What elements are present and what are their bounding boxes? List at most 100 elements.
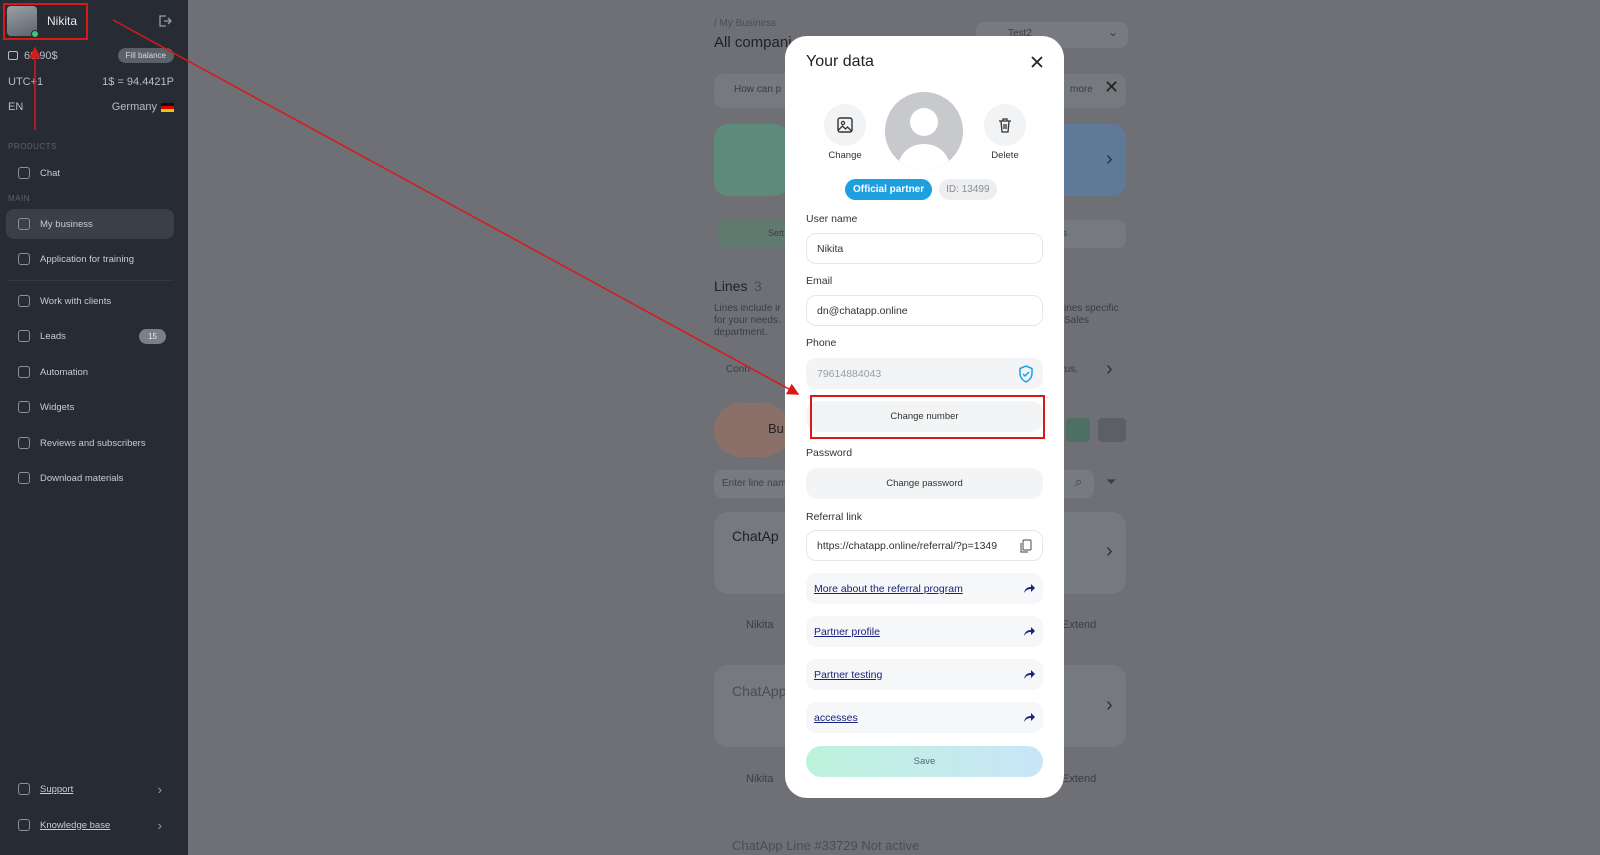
- line-search-placeholder: Enter line nam: [722, 478, 787, 489]
- email-input[interactable]: dn@chatapp.online: [806, 295, 1043, 326]
- grid-view-icon[interactable]: [1066, 418, 1090, 442]
- lines-title: Lines: [714, 278, 748, 294]
- book-icon: [18, 819, 30, 831]
- sidebar-item-reviews-and-subscribers[interactable]: Reviews and subscribers: [6, 428, 174, 458]
- badges: Official partner ID: 13499: [845, 179, 997, 200]
- referral-link-value: https://chatapp.online/referral/?p=1349: [817, 539, 998, 552]
- chevron-right-icon: ›: [157, 781, 162, 797]
- balance-value: 66.90$: [24, 49, 58, 62]
- official-partner-badge: Official partner: [845, 179, 933, 200]
- sidebar-item-chat[interactable]: Chat: [6, 158, 174, 188]
- graduation-cap-icon: [18, 253, 30, 265]
- sidebar-item-knowledge-base[interactable]: Knowledge base ›: [6, 810, 174, 840]
- language-row: EN Germany: [8, 101, 174, 113]
- search-icon[interactable]: ⌕: [1075, 474, 1082, 490]
- sidebar-item-label: My business: [40, 218, 93, 230]
- partner-testing-link[interactable]: Partner testing: [806, 659, 1043, 690]
- clients-icon: [18, 295, 30, 307]
- line-owner: Nikita: [746, 773, 774, 785]
- username-input[interactable]: Nikita: [806, 233, 1043, 264]
- share-arrow-icon: [1024, 713, 1035, 722]
- chevron-right-icon: ›: [1106, 148, 1113, 170]
- sidebar-item-leads[interactable]: Leads 15: [6, 321, 174, 351]
- page-title: All compani: [714, 34, 792, 51]
- link-label: Partner testing: [814, 668, 883, 681]
- wallet-icon: [8, 51, 18, 60]
- close-icon[interactable]: [1030, 55, 1044, 69]
- support-icon: [18, 783, 30, 795]
- sidebar-item-support[interactable]: Support ›: [6, 774, 174, 804]
- logout-icon[interactable]: [158, 14, 172, 28]
- copy-icon[interactable]: [1020, 539, 1032, 553]
- inactive-line-title: ChatApp Line #33729 Not active: [732, 838, 920, 853]
- country-label: Germany: [111, 101, 157, 113]
- timezone-value[interactable]: UTC+1: [8, 76, 43, 88]
- username-label: User name: [806, 213, 858, 225]
- sidebar-item-widgets[interactable]: Widgets: [6, 392, 174, 422]
- line-card-title: ChatApp: [732, 683, 787, 699]
- chevron-right-icon: ›: [1106, 540, 1113, 562]
- link-label: Partner profile: [814, 625, 880, 638]
- sidebar-item-automation[interactable]: Automation: [6, 357, 174, 387]
- referral-link-label: Referral link: [806, 511, 863, 523]
- balance-row: 66.90$ Fill balance: [8, 48, 174, 63]
- company-logo-card: [714, 124, 788, 196]
- fill-balance-button[interactable]: Fill balance: [117, 48, 174, 63]
- referral-program-link[interactable]: More about the referral program: [806, 573, 1043, 604]
- reviews-icon: [18, 437, 30, 449]
- email-label: Email: [806, 275, 833, 287]
- widgets-icon: [18, 401, 30, 413]
- delete-photo-label: Delete: [991, 150, 1019, 161]
- language-selector[interactable]: EN: [8, 101, 23, 113]
- tab-settings[interactable]: Sett: [718, 220, 788, 248]
- image-icon: [837, 117, 853, 133]
- sidebar-item-label: Automation: [40, 366, 89, 378]
- delete-photo-button[interactable]: [984, 104, 1026, 146]
- sidebar: Nikita 66.90$ Fill balance UTC+1 1$ = 94…: [0, 0, 188, 855]
- trash-icon: [999, 118, 1011, 133]
- sidebar-item-download-materials[interactable]: Download materials: [6, 463, 174, 493]
- phone-label: Phone: [806, 337, 837, 349]
- change-password-button[interactable]: Change password: [806, 468, 1043, 499]
- business-icon: [18, 218, 30, 230]
- chevron-right-icon: ›: [157, 817, 162, 833]
- phone-input: 79614884043: [806, 358, 1043, 389]
- line-card-title: ChatAp: [732, 528, 779, 544]
- sidebar-item-label: Application for training: [40, 253, 134, 265]
- leads-count-badge: 15: [139, 328, 166, 344]
- chevron-right-icon: ›: [1106, 694, 1113, 716]
- help-prompt: How can p: [734, 84, 782, 95]
- chat-icon: [18, 167, 30, 179]
- partner-profile-link[interactable]: Partner profile: [806, 616, 1043, 647]
- help-more-link[interactable]: more: [1070, 84, 1093, 95]
- sidebar-item-application-for-training[interactable]: Application for training: [6, 244, 174, 274]
- password-label: Password: [806, 447, 853, 459]
- chevron-down-icon: ⌄: [1107, 25, 1118, 39]
- change-photo-button[interactable]: [824, 104, 866, 146]
- sidebar-item-work-with-clients[interactable]: Work with clients: [6, 286, 174, 316]
- sidebar-item-label: Widgets: [40, 401, 75, 413]
- share-arrow-icon: [1024, 670, 1035, 679]
- buy-button[interactable]: Bu: [714, 403, 790, 457]
- sidebar-item-label: Reviews and subscribers: [40, 437, 146, 449]
- country-selector[interactable]: Germany: [112, 101, 174, 113]
- timezone-row: UTC+1 1$ = 94.4421P: [8, 76, 174, 88]
- profile-avatar: [885, 92, 963, 170]
- line-owner: Nikita: [746, 619, 774, 631]
- filter-icon[interactable]: ⏷: [1106, 474, 1116, 490]
- exchange-rate: 1$ = 94.4421P: [102, 76, 174, 88]
- close-icon[interactable]: ✕: [1104, 77, 1119, 98]
- modal-title: Your data: [806, 53, 874, 70]
- list-view-icon[interactable]: [1098, 418, 1126, 442]
- phone-value: 79614884043: [817, 367, 882, 380]
- sidebar-item-label: Download materials: [40, 472, 124, 484]
- germany-flag-icon: [161, 102, 174, 112]
- sidebar-item-my-business[interactable]: My business: [6, 209, 174, 239]
- referral-link-field[interactable]: https://chatapp.online/referral/?p=1349: [806, 530, 1043, 561]
- change-photo-label: Change: [828, 150, 862, 161]
- connect-status: tus.: [1062, 364, 1079, 375]
- extend-button[interactable]: Extend: [1062, 619, 1096, 631]
- save-button[interactable]: Save: [806, 746, 1043, 777]
- accesses-link[interactable]: accesses: [806, 702, 1043, 733]
- extend-button[interactable]: Extend: [1062, 773, 1096, 785]
